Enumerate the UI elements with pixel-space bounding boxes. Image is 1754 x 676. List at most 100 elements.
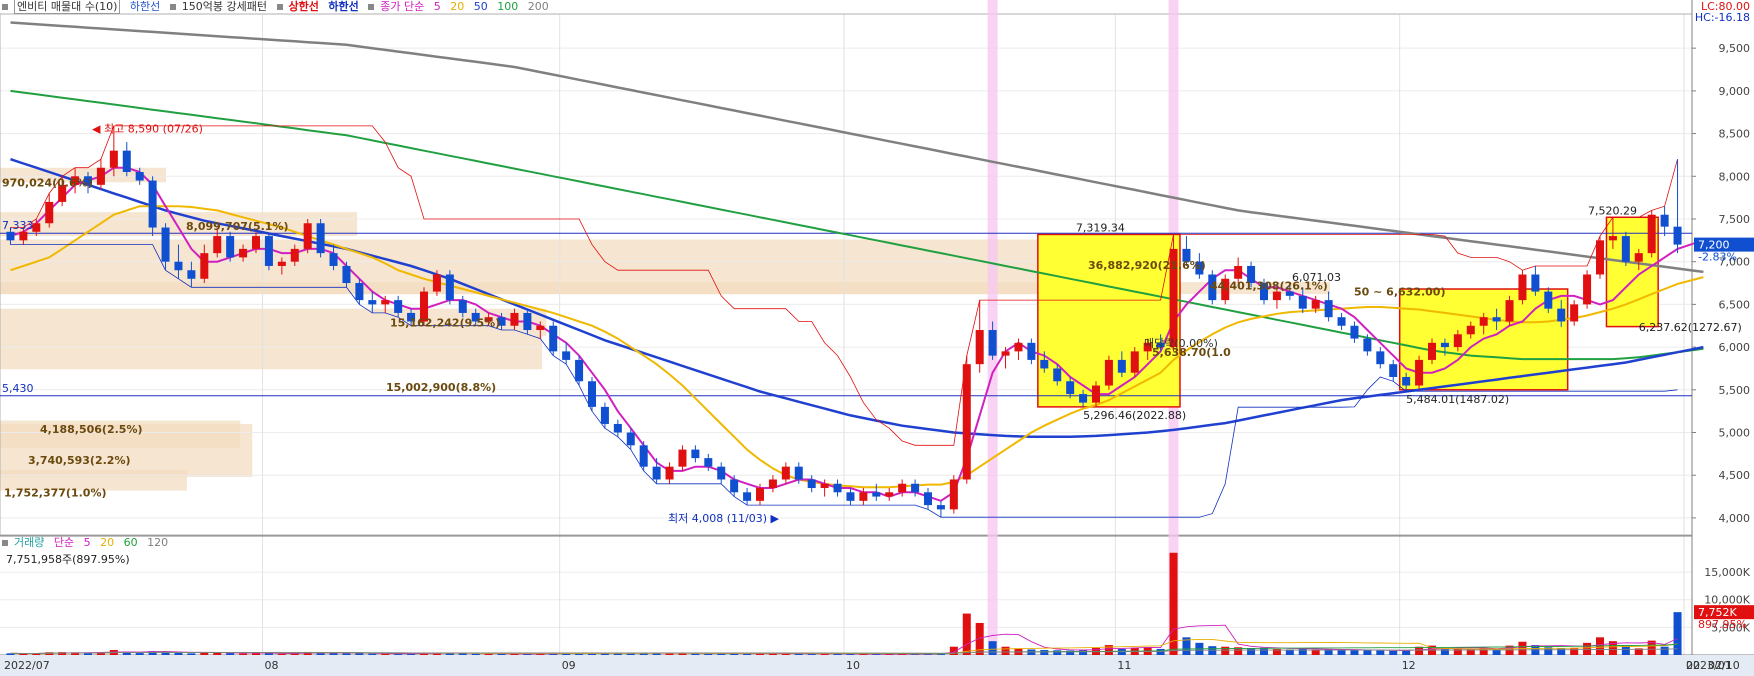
candle-body-87[interactable]: [1130, 351, 1139, 373]
legend-item-5[interactable]: 종가 단순: [380, 0, 424, 13]
candle-body-72[interactable]: [936, 505, 945, 510]
vol-legend-item-3[interactable]: 20: [100, 536, 114, 549]
candle-body-103[interactable]: [1337, 317, 1346, 326]
volume-bar-74[interactable]: [962, 613, 971, 655]
candle-body-112[interactable]: [1453, 334, 1462, 348]
volume-bar-59[interactable]: [768, 653, 777, 655]
volume-bar-6[interactable]: [83, 653, 93, 655]
volume-bar-17[interactable]: [226, 653, 235, 655]
candle-body-128[interactable]: [1660, 214, 1669, 227]
candle-body-34[interactable]: [445, 274, 454, 301]
volume-bar-21[interactable]: [277, 653, 286, 655]
volume-bar-107[interactable]: [1389, 650, 1398, 655]
volume-bar-106[interactable]: [1376, 650, 1385, 655]
candle-body-21[interactable]: [277, 261, 286, 266]
candle-body-12[interactable]: [161, 227, 170, 262]
candle-body-62[interactable]: [807, 479, 816, 489]
legend-item-9[interactable]: 100: [497, 0, 518, 13]
candle-body-60[interactable]: [781, 466, 790, 480]
candle-body-79[interactable]: [1027, 342, 1036, 360]
candle-body-127[interactable]: [1647, 214, 1656, 254]
candle-body-15[interactable]: [200, 253, 209, 279]
candle-body-58[interactable]: [755, 488, 765, 501]
volume-bar-19[interactable]: [251, 653, 261, 655]
candle-body-16[interactable]: [213, 236, 222, 254]
candle-body-41[interactable]: [536, 325, 545, 331]
volume-bar-26[interactable]: [342, 653, 351, 655]
candle-body-73[interactable]: [949, 479, 958, 510]
candle-body-0[interactable]: [6, 231, 15, 241]
candle-body-52[interactable]: [678, 449, 687, 467]
candle-body-81[interactable]: [1053, 368, 1062, 382]
candle-body-98[interactable]: [1272, 291, 1281, 301]
candle-body-124[interactable]: [1608, 236, 1617, 241]
candle-body-47[interactable]: [613, 423, 622, 433]
volume-bar-27[interactable]: [355, 653, 364, 655]
candle-body-40[interactable]: [523, 312, 532, 331]
candle-body-118[interactable]: [1531, 274, 1540, 292]
candle-body-29[interactable]: [381, 300, 390, 305]
candle-body-84[interactable]: [1091, 385, 1101, 403]
candle-body-50[interactable]: [652, 466, 661, 480]
volume-bar-80[interactable]: [1040, 650, 1049, 655]
volume-bar-100[interactable]: [1298, 648, 1307, 655]
candle-body-3[interactable]: [45, 201, 54, 224]
legend-item-1[interactable]: 하한선: [130, 0, 160, 13]
candle-body-59[interactable]: [768, 479, 777, 489]
candle-body-17[interactable]: [226, 236, 235, 258]
candle-body-83[interactable]: [1079, 394, 1088, 403]
candle-body-71[interactable]: [923, 492, 933, 506]
candle-body-42[interactable]: [549, 325, 558, 352]
candle-body-65[interactable]: [846, 492, 855, 501]
candle-body-27[interactable]: [355, 283, 364, 301]
candle-body-129[interactable]: [1673, 226, 1682, 245]
stock-chart[interactable]: 9,5009,0008,5008,0007,5007,0006,5006,000…: [0, 0, 1754, 676]
candle-body-33[interactable]: [432, 274, 441, 292]
candle-body-76[interactable]: [988, 330, 997, 356]
candle-body-2[interactable]: [32, 223, 41, 232]
candle-body-35[interactable]: [458, 300, 467, 313]
legend-item-3[interactable]: 상한선: [289, 0, 319, 13]
candle-body-107[interactable]: [1389, 364, 1398, 377]
volume-bar-128[interactable]: [1660, 646, 1669, 655]
candle-body-70[interactable]: [911, 483, 920, 493]
candle-body-106[interactable]: [1376, 351, 1385, 365]
volume-bar-90[interactable]: [1169, 552, 1178, 655]
candle-body-119[interactable]: [1544, 291, 1553, 309]
candle-body-74[interactable]: [962, 364, 971, 480]
volume-bar-25[interactable]: [329, 653, 338, 655]
volume-bar-37[interactable]: [484, 653, 493, 655]
candle-body-63[interactable]: [820, 483, 829, 489]
candle-body-9[interactable]: [122, 150, 131, 173]
volume-bar-13[interactable]: [174, 652, 183, 655]
volume-bar-76[interactable]: [988, 641, 997, 655]
candle-body-10[interactable]: [135, 172, 144, 181]
volume-bar-121[interactable]: [1570, 647, 1579, 655]
candle-body-19[interactable]: [251, 236, 261, 249]
candle-body-61[interactable]: [794, 466, 803, 480]
candle-body-82[interactable]: [1066, 381, 1075, 395]
candle-body-69[interactable]: [898, 483, 907, 493]
candle-body-80[interactable]: [1040, 359, 1049, 369]
candle-body-67[interactable]: [872, 492, 881, 497]
candle-body-30[interactable]: [394, 300, 403, 313]
volume-bar-83[interactable]: [1079, 649, 1088, 655]
candle-body-13[interactable]: [174, 261, 183, 271]
volume-bar-97[interactable]: [1259, 647, 1269, 655]
volume-bar-94[interactable]: [1221, 646, 1230, 655]
volume-bar-28[interactable]: [368, 653, 377, 655]
volume-bar-54[interactable]: [704, 653, 713, 655]
candle-body-43[interactable]: [562, 351, 571, 360]
candle-body-121[interactable]: [1570, 304, 1579, 322]
volume-bar-18[interactable]: [239, 653, 248, 655]
volume-bar-105[interactable]: [1363, 650, 1372, 655]
candle-body-100[interactable]: [1298, 295, 1307, 309]
candle-body-101[interactable]: [1311, 300, 1320, 309]
candle-body-55[interactable]: [717, 466, 726, 480]
candle-body-24[interactable]: [316, 223, 325, 254]
volume-bar-15[interactable]: [200, 652, 209, 655]
candle-body-11[interactable]: [148, 180, 157, 228]
candle-body-39[interactable]: [510, 312, 519, 326]
candle-body-104[interactable]: [1350, 325, 1359, 339]
candle-body-111[interactable]: [1440, 342, 1449, 348]
